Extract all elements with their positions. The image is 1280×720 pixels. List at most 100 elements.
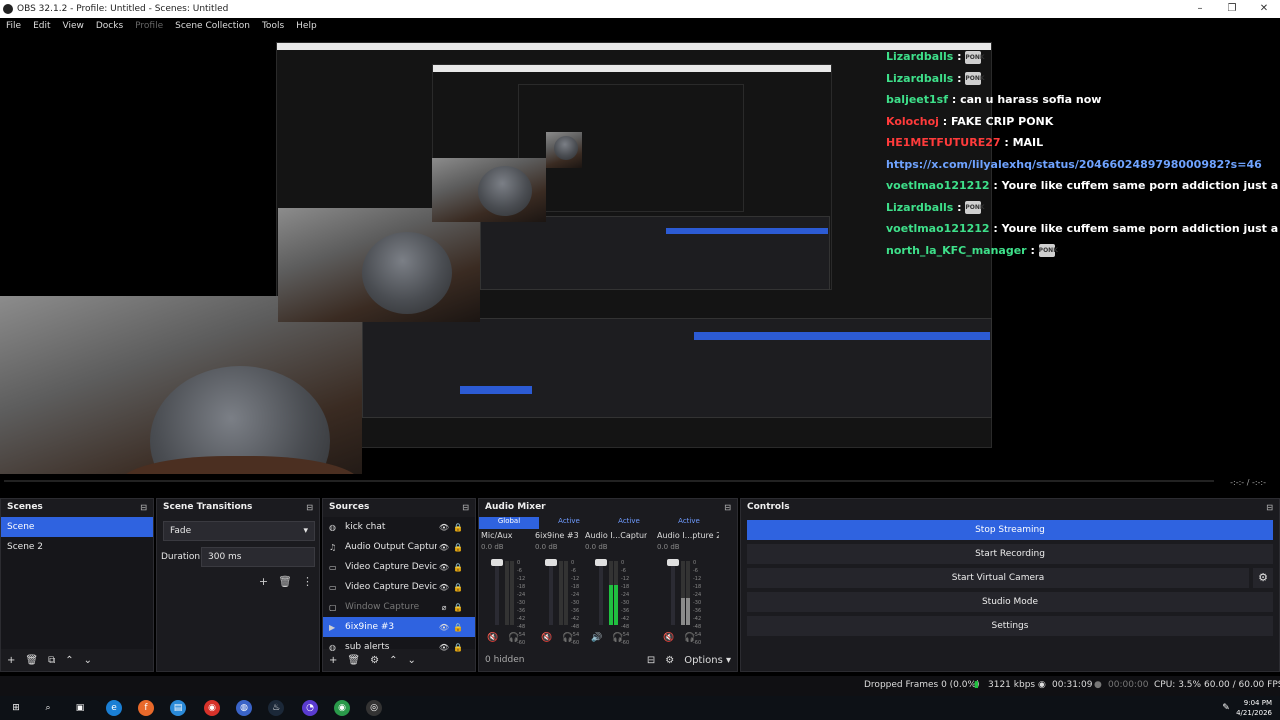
firefox-icon[interactable]: f [138,700,154,716]
minimize-button[interactable]: – [1184,0,1216,18]
source-item[interactable]: ▭ Video Capture Device 👁 🔒 [323,577,475,597]
menu-scene-collection[interactable]: Scene Collection [169,21,256,31]
lock-icon[interactable]: 🔒 [451,543,465,552]
muted-speaker-icon[interactable]: 🔇 [663,633,674,643]
volume-fader[interactable] [549,561,553,625]
lock-icon[interactable]: 🔒 [451,603,465,612]
headphones-icon[interactable]: 🎧 [508,633,519,643]
add-transition-icon[interactable]: + [259,575,268,588]
steam-icon[interactable]: ♨ [268,700,284,716]
eye-icon[interactable]: 👁 [437,523,451,532]
transition-select[interactable]: Fade ▾ [163,521,315,541]
eye-icon[interactable]: 👁 [437,543,451,552]
source-item[interactable]: ◍ kick chat 👁 🔒 [323,517,475,537]
menu-edit[interactable]: Edit [27,21,56,31]
lock-icon[interactable]: 🔒 [451,563,465,572]
scene-item[interactable]: Scene [1,517,153,537]
move-down-icon[interactable]: ⌄ [407,655,415,666]
task-view-icon[interactable]: ▣ [72,700,88,716]
source-item[interactable]: ▭ Video Capture Device 👁 🔒 [323,557,475,577]
source-properties-icon[interactable]: ⚙ [370,655,379,666]
dock-float-icon[interactable]: ⊟ [140,503,147,512]
menu-view[interactable]: View [57,21,90,31]
browser-icon[interactable]: ◍ [236,700,252,716]
remove-source-icon[interactable]: 🗑 [347,655,360,666]
eye-icon[interactable]: 👁 [437,623,451,632]
chrome-2-icon[interactable]: ◉ [334,700,350,716]
options-button[interactable]: Options ▾ [684,655,731,666]
lock-icon[interactable]: 🔒 [451,583,465,592]
lock-icon[interactable]: 🔒 [451,523,465,532]
channel-name[interactable]: Audio I...pture 2 [657,531,719,540]
discord-icon[interactable]: ◔ [302,700,318,716]
search-icon[interactable]: ⌕ [40,700,56,716]
fader-handle[interactable] [595,559,607,566]
tab-active[interactable]: Active [539,517,599,529]
seek-slider[interactable] [4,480,1214,482]
fader-handle[interactable] [545,559,557,566]
chrome-icon[interactable]: ◉ [204,700,220,716]
start-virtual-camera-button[interactable]: Start Virtual Camera [747,568,1249,588]
eye-off-icon[interactable]: ⌀ [437,603,451,612]
close-button[interactable]: ✕ [1248,0,1280,18]
source-item[interactable]: ♫ Audio Output Captur 👁 🔒 [323,537,475,557]
dock-float-icon[interactable]: ⊟ [462,503,469,512]
headphones-icon[interactable]: 🎧 [612,633,623,643]
add-scene-icon[interactable]: + [7,655,15,666]
dock-float-icon[interactable]: ⊟ [1266,503,1273,512]
stop-streaming-button[interactable]: Stop Streaming [747,520,1273,540]
dock-float-icon[interactable]: ⊟ [306,503,313,512]
menu-help[interactable]: Help [290,21,323,31]
lock-icon[interactable]: 🔒 [451,623,465,632]
menu-profile[interactable]: Profile [129,21,169,31]
remove-scene-icon[interactable]: 🗑 [25,655,38,666]
volume-fader[interactable] [599,561,603,625]
obs-icon[interactable]: ◎ [366,700,382,716]
system-clock[interactable]: 9:04 PM 4/21/2026 [1236,698,1272,718]
volume-fader[interactable] [671,561,675,625]
mixer-settings-icon[interactable]: ⚙ [665,655,674,666]
tab-active[interactable]: Active [659,517,719,529]
source-item[interactable]: ▶ 6ix9ine #3 👁 🔒 [323,617,475,637]
layout-icon[interactable]: ⊟ [647,655,655,666]
transition-menu-icon[interactable]: ⋮ [302,575,313,588]
volume-fader[interactable] [495,561,499,625]
pen-icon[interactable]: ✎ [1218,700,1234,716]
channel-name[interactable]: Audio I...Capture [585,531,647,540]
studio-mode-button[interactable]: Studio Mode [747,592,1273,612]
remove-transition-icon[interactable]: 🗑 [278,575,292,588]
fader-handle[interactable] [491,559,503,566]
headphones-icon[interactable]: 🎧 [562,633,573,643]
scene-filters-icon[interactable]: ⧉ [48,655,55,666]
sources-toolbar: + 🗑 ⚙ ⌃ ⌄ [323,649,475,671]
tab-global[interactable]: Global [479,517,539,529]
settings-button[interactable]: Settings [747,616,1273,636]
muted-speaker-icon[interactable]: 🔇 [487,633,498,643]
move-down-icon[interactable]: ⌄ [84,655,92,666]
eye-icon[interactable]: 👁 [437,583,451,592]
preview-canvas[interactable]: Lizardballs : PONK Lizardballs : PONK ba… [0,34,1280,490]
duration-input[interactable]: 300 ms [201,547,315,567]
menu-tools[interactable]: Tools [256,21,290,31]
start-menu-icon[interactable]: ⊞ [8,700,24,716]
eye-icon[interactable]: 👁 [437,563,451,572]
move-up-icon[interactable]: ⌃ [65,655,73,666]
start-recording-button[interactable]: Start Recording [747,544,1273,564]
store-icon[interactable]: ▤ [170,700,186,716]
edge-icon[interactable]: e [106,700,122,716]
add-source-icon[interactable]: + [329,655,337,666]
maximize-button[interactable]: ❐ [1216,0,1248,18]
source-item[interactable]: ▢ Window Capture ⌀ 🔒 [323,597,475,617]
channel-name[interactable]: Mic/Aux [481,531,543,540]
headphones-icon[interactable]: 🎧 [684,633,695,643]
virtual-camera-settings-icon[interactable]: ⚙ [1253,568,1273,588]
scene-item[interactable]: Scene 2 [1,537,153,557]
move-up-icon[interactable]: ⌃ [389,655,397,666]
dock-float-icon[interactable]: ⊟ [724,503,731,512]
muted-speaker-icon[interactable]: 🔇 [541,633,552,643]
fader-handle[interactable] [667,559,679,566]
tab-active[interactable]: Active [599,517,659,529]
menu-file[interactable]: File [0,21,27,31]
speaker-icon[interactable]: 🔊 [591,633,602,643]
menu-docks[interactable]: Docks [90,21,129,31]
